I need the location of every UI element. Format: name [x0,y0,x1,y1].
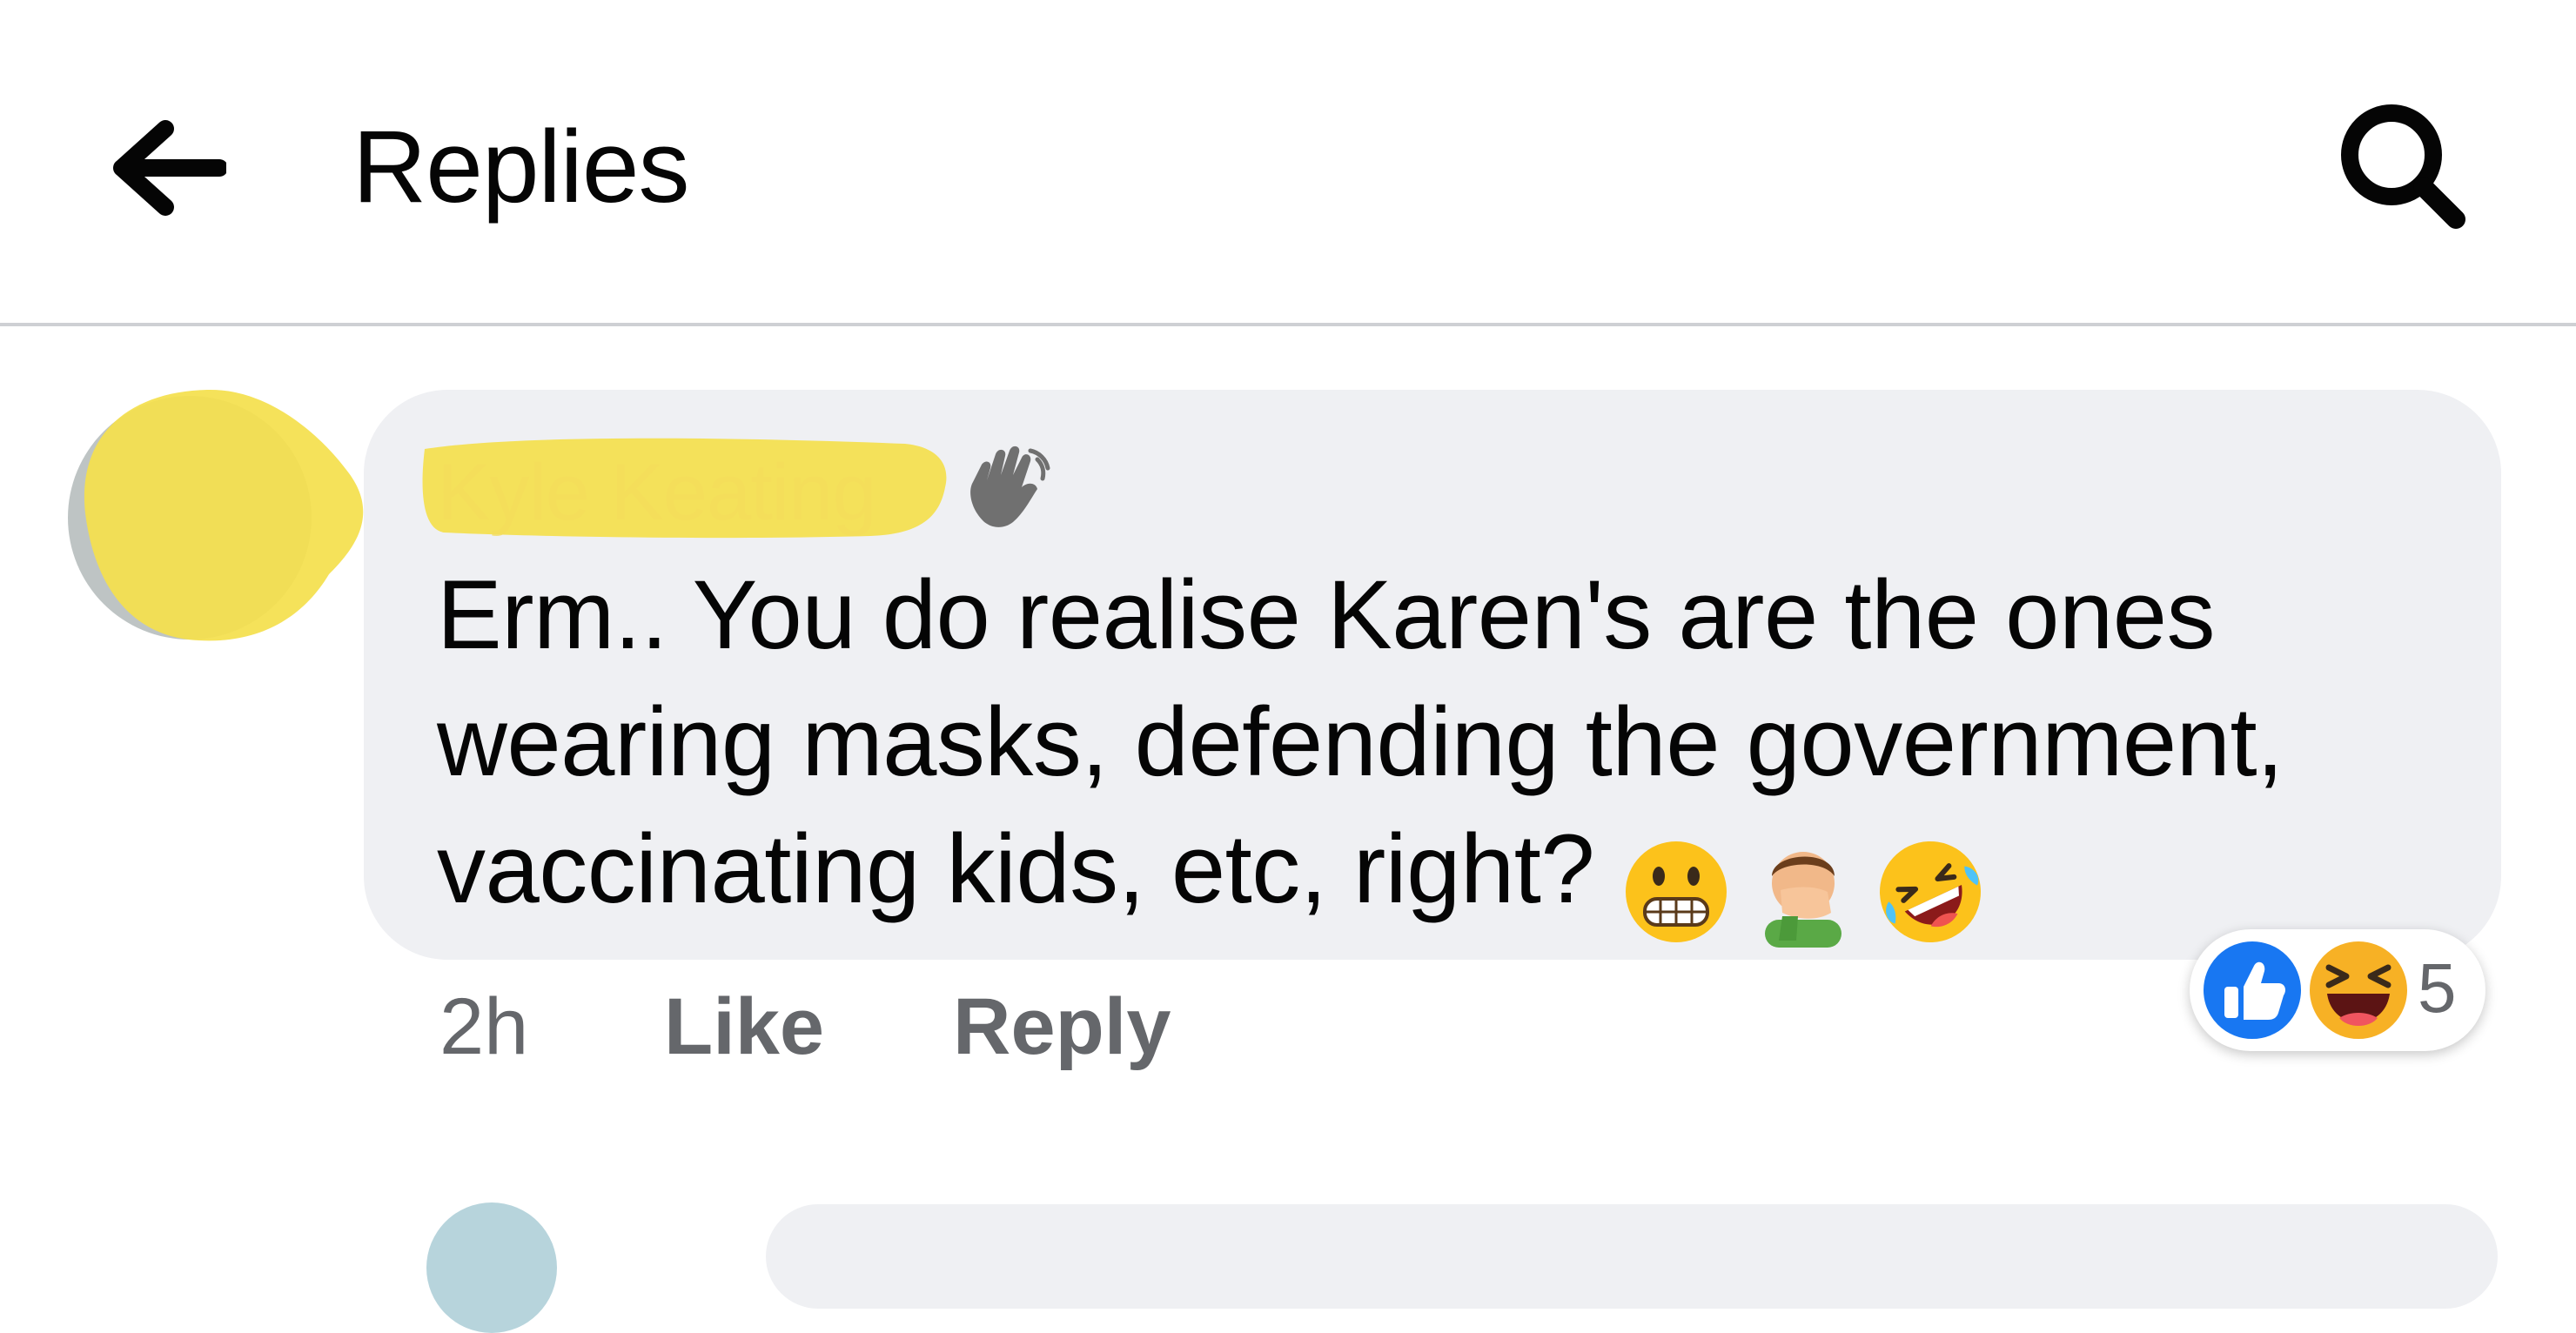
search-button[interactable] [2332,96,2472,235]
like-button[interactable]: Like [664,975,824,1079]
header-divider [0,323,2576,326]
back-arrow-icon [113,120,226,216]
next-reply-avatar[interactable] [426,1202,557,1333]
reaction-count: 5 [2418,949,2457,1027]
reply-button[interactable]: Reply [953,975,1171,1079]
rolling-on-floor-laughing-emoji [1880,841,1982,943]
comment-author-row: Kyle Keating [418,432,1062,545]
comment-emojis [1620,821,2002,948]
like-reaction-icon [2200,938,2304,1042]
haha-reaction-icon [2306,938,2411,1042]
comment-timestamp[interactable]: 2h [439,975,528,1079]
comment-author-name[interactable]: Kyle Keating [437,449,877,536]
comment-text: Erm.. You do realise Karen's are the one… [437,560,2284,923]
man-facepalming-emoji [1765,852,1842,948]
top-app-bar: Replies [0,0,2576,325]
waving-hand-icon [957,439,1053,534]
search-icon [2341,104,2465,229]
grimacing-face-emoji [1626,841,1727,943]
comment-body: Erm.. You do realise Karen's are the one… [437,552,2438,948]
avatar[interactable] [68,383,381,644]
back-button[interactable] [113,120,235,216]
redacted-avatar [68,389,364,641]
page-title: Replies [352,110,690,224]
next-reply-bubble [766,1204,2498,1309]
reactions-summary[interactable]: 5 [2190,929,2485,1051]
